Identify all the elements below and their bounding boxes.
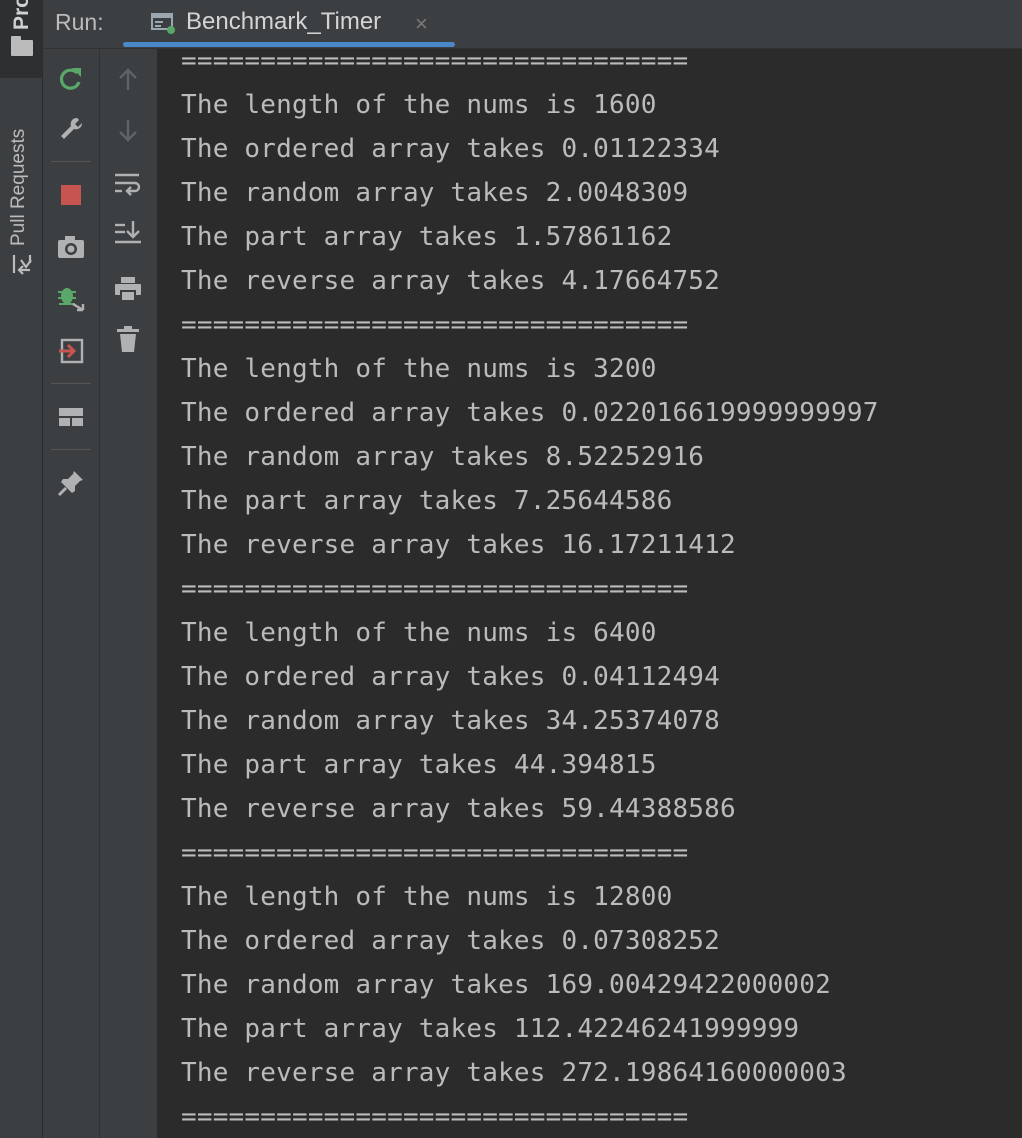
console-line: The reverse array takes 59.44388586 [181,794,736,824]
console-line: The ordered array takes 0.01122334 [181,134,721,164]
print-button[interactable] [108,269,148,309]
wrench-icon [61,117,83,139]
console-line: The length of the nums is 1600 [181,90,657,120]
console-separator-line: ================================ [181,49,689,76]
run-toolbar-secondary [99,49,158,1138]
previous-occurrence-button[interactable] [108,59,148,99]
console-line: The ordered array takes 0.02201661999999… [181,398,879,428]
console-separator-line: ================================ [181,310,689,340]
console-line: The random array takes 2.0048309 [181,178,689,208]
scroll-to-end-icon [115,221,141,244]
soft-wrap-button[interactable] [108,163,148,203]
tab-benchmark-timer[interactable]: Benchmark_Timer × [123,0,455,48]
active-tab-indicator [123,42,455,47]
console-separator-line: ================================ [181,574,689,604]
console-line: The ordered array takes 0.04112494 [181,662,721,692]
console-line: The length of the nums is 6400 [181,618,657,648]
pin-icon [57,471,83,497]
console-output[interactable]: ================================ The leng… [157,49,1022,1138]
soft-wrap-icon [115,173,141,196]
exit-icon [59,338,84,364]
console-line: The reverse array takes 16.17211412 [181,530,736,560]
stop-icon [61,185,81,205]
toolbar-separator [51,449,91,450]
rerun-icon [59,68,81,90]
dump-threads-button[interactable] [51,227,91,267]
console-line: The length of the nums is 12800 [181,882,673,912]
console-line: The part array takes 1.57861162 [181,222,673,252]
tool-window-strip: Pro Pull Requests [0,0,43,1138]
console-line: The ordered array takes 0.07308252 [181,926,721,956]
console-line: The random array takes 8.52252916 [181,442,705,472]
layout-icon [59,408,83,426]
run-config-icon [151,13,175,34]
toolbar-separator [51,383,91,384]
console-line: The part array takes 44.394815 [181,750,657,780]
pull-requests-tab-label: Pull Requests [8,128,29,246]
arrow-up-icon [119,68,137,90]
project-tool-tab[interactable]: Pro [0,0,42,78]
close-tab-icon[interactable]: × [415,11,428,37]
console-line: The random array takes 34.25374078 [181,706,721,736]
project-tab-label: Pro [10,0,33,30]
run-toolbar-primary [43,49,99,1138]
debug-restore-icon [58,288,85,312]
trash-icon [117,326,139,352]
pin-tab-button[interactable] [51,463,91,503]
clear-all-button[interactable] [108,319,148,359]
console-line: The reverse array takes 4.17664752 [181,266,721,296]
console-separator-line: ================================ [181,838,689,868]
rerun-button[interactable] [51,59,91,99]
run-label: Run: [55,9,104,35]
console-line: The part array takes 112.42246241999999 [181,1014,800,1044]
console-separator-line: ================================ [181,1102,689,1132]
run-header: Run: Benchmark_Timer × [43,0,1022,49]
console-line: The reverse array takes 272.198641600000… [181,1058,847,1088]
edit-configuration-button[interactable] [51,109,91,149]
exit-button[interactable] [51,331,91,371]
console-line: The random array takes 169.0042942200000… [181,970,831,1000]
arrow-down-icon [119,120,137,142]
restore-layout-button[interactable] [51,279,91,319]
camera-icon [58,236,84,258]
pull-request-icon [12,255,32,275]
console-line: The length of the nums is 3200 [181,354,657,384]
console-line: The part array takes 7.25644586 [181,486,673,516]
stop-button[interactable] [51,175,91,215]
folder-icon [11,36,33,56]
toolbar-separator [51,161,91,162]
scroll-to-end-button[interactable] [108,213,148,253]
console-lines: ================================ The leng… [181,49,879,1138]
print-icon [115,277,141,302]
layout-button[interactable] [51,397,91,437]
pull-requests-tool-tab[interactable]: Pull Requests [0,96,42,286]
tab-title: Benchmark_Timer [186,8,382,35]
next-occurrence-button[interactable] [108,111,148,151]
